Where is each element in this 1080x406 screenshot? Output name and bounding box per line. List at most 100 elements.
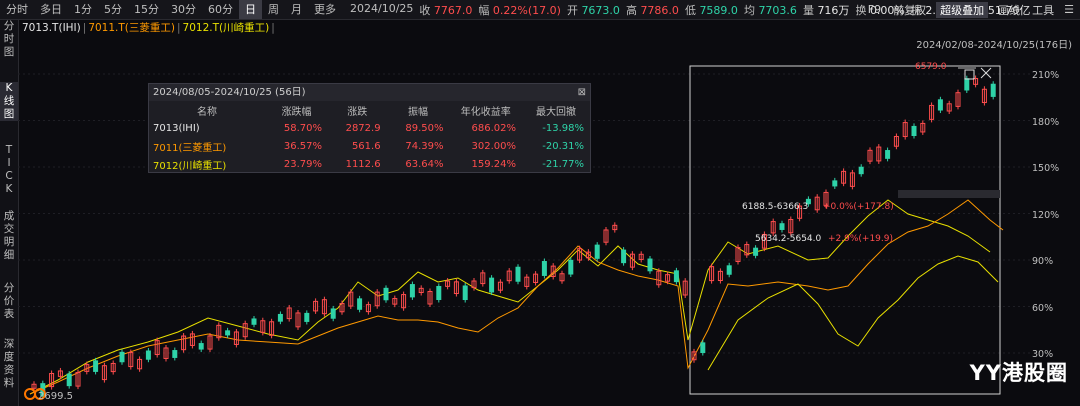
toolbar-right: F9 前复权 超级叠加 画线 工具 ☰ (866, 0, 1074, 19)
stats-cell: 74.39% (405, 140, 444, 152)
chg-label: 幅 (478, 3, 490, 17)
legend-sep: | (176, 22, 181, 34)
candle-body (647, 258, 653, 272)
turn-label: 换 (855, 3, 867, 17)
candle-body (541, 261, 547, 276)
watermark-logo: YY港股圈 (969, 361, 1068, 385)
y-axis-label: 180% (1032, 116, 1060, 128)
period-tabs: 分时 多日 1分 5分 15分 30分 60分日周月更多 (0, 0, 342, 19)
stats-cell: 302.00% (471, 140, 517, 152)
toolbar-button-0[interactable]: F9 (866, 3, 883, 16)
stats-cell: 159.24% (471, 158, 517, 170)
close-icon[interactable] (980, 67, 992, 79)
candle-body (911, 125, 917, 137)
nav-item-1[interactable]: K线图 (0, 82, 18, 121)
stats-header: 振幅 (408, 106, 429, 118)
menu-icon[interactable]: ☰ (1064, 3, 1074, 16)
toolbar-button-2[interactable]: 超级叠加 (936, 1, 989, 18)
candle-body (753, 247, 759, 256)
candle-body (145, 350, 151, 360)
stats-header: 涨跌 (347, 106, 368, 118)
stats-cell: 1112.6 (345, 158, 381, 170)
tab-period-10[interactable]: 更多 (308, 0, 342, 19)
toolbar-button-1[interactable]: 前复权 (891, 2, 928, 18)
tab-period-8[interactable]: 周 (262, 0, 285, 19)
stats-cell: -21.77% (542, 158, 584, 170)
nav-item-3[interactable]: 成交明细 (0, 210, 18, 262)
stats-cell: -13.98% (542, 122, 584, 134)
stats-table: 名称 涨跌幅 涨跌 振幅 年化收益率 最大回撤 7013(IHI) 58.70% 2872.9… (149, 101, 590, 173)
candle-body (383, 287, 389, 301)
candle-body (198, 343, 204, 350)
legend-mhi[interactable]: 7011.T(三菱重工) (88, 20, 175, 36)
stats-header: 最大回撤 (536, 106, 576, 118)
range1-label: 6188.5-6366.3 (742, 202, 808, 212)
tab-period-5[interactable]: 30分 (165, 0, 202, 19)
y-axis-label: 60% (1032, 302, 1054, 314)
stats-header: 年化收益率 (460, 106, 511, 118)
nav-item-4[interactable]: 分价表 (0, 282, 18, 321)
tab-period-7[interactable]: 日 (239, 0, 262, 19)
tab-period-4[interactable]: 15分 (128, 0, 165, 19)
nav-item-2[interactable]: TICK (0, 144, 18, 196)
candle-body (594, 244, 600, 259)
avg-label: 均 (743, 3, 755, 17)
series-line-mhi (29, 199, 1004, 395)
stats-cell: 7012(川崎重工) (153, 160, 227, 172)
peak-label: 6579.0 (915, 62, 947, 72)
candle-body (436, 285, 442, 301)
high-value: 7786.0 (640, 3, 679, 17)
legend-khi[interactable]: 7012.T(川崎重工) (183, 20, 270, 36)
candle-body (277, 313, 283, 322)
candle-body (621, 249, 627, 264)
range-band (898, 190, 1000, 198)
stats-header: 涨跌幅 (281, 106, 312, 118)
tab-period-3[interactable]: 5分 (98, 0, 128, 19)
close-value: 7767.0 (433, 3, 473, 17)
y-axis-label: 150% (1032, 163, 1060, 174)
candle-body (858, 166, 864, 175)
vol-label: 量 (802, 3, 814, 17)
range1-change: +0.0%(+177.8) (823, 202, 894, 212)
stats-cell: 63.64% (405, 158, 444, 170)
low-value: 7589.0 (699, 3, 738, 17)
candle-body (885, 150, 891, 159)
candle-body (700, 342, 706, 354)
change-value: 0.22%(17.0) (492, 3, 561, 17)
toolbar-button-3[interactable]: 画线 (996, 2, 1022, 18)
candle-body (568, 259, 574, 275)
candle-body (462, 285, 468, 301)
stats-cell: 58.70% (283, 122, 323, 134)
tab-period-1[interactable]: 多日 (34, 0, 68, 19)
stats-cell: 23.79% (283, 158, 323, 170)
low-label: 低 (684, 3, 696, 17)
y-axis-label: 90% (1032, 256, 1054, 267)
stats-cell: 7011(三菱重工) (153, 142, 227, 154)
popup-close-icon[interactable]: ⊠ (578, 84, 586, 101)
legend-ihi[interactable]: 7013.T(IHI) (22, 20, 81, 36)
candle-body (225, 330, 231, 336)
y-axis-label: 210% (1032, 70, 1060, 81)
y-axis-label: 120% (1032, 209, 1060, 221)
quote-date: 2024/10/25 (350, 1, 414, 15)
tab-period-9[interactable]: 月 (285, 0, 308, 19)
stats-header: 名称 (197, 106, 218, 118)
top-toolbar: 分时 多日 1分 5分 15分 30分 60分日周月更多 2024/10/25 收 7767… (0, 0, 1080, 20)
open-label: 开 (566, 3, 578, 17)
tab-period-2[interactable]: 1分 (68, 0, 98, 19)
candle-body (779, 223, 785, 230)
candle-body (489, 277, 495, 293)
avg-value: 7703.6 (758, 3, 797, 17)
candle-body (673, 270, 679, 283)
candle-body (93, 360, 99, 372)
tab-period-0[interactable]: 分时 (0, 0, 34, 19)
nav-item-5[interactable]: 深度资料 (0, 338, 18, 390)
nav-item-0[interactable]: 分时图 (0, 20, 18, 59)
toolbar-button-4[interactable]: 工具 (1030, 2, 1056, 18)
candle-body (990, 83, 996, 97)
candle-body (66, 373, 72, 387)
candle-body (726, 265, 732, 275)
tab-period-6[interactable]: 60分 (202, 0, 239, 19)
stats-cell: 7013(IHI) (153, 122, 200, 134)
volume-value: 716万 (817, 3, 850, 17)
